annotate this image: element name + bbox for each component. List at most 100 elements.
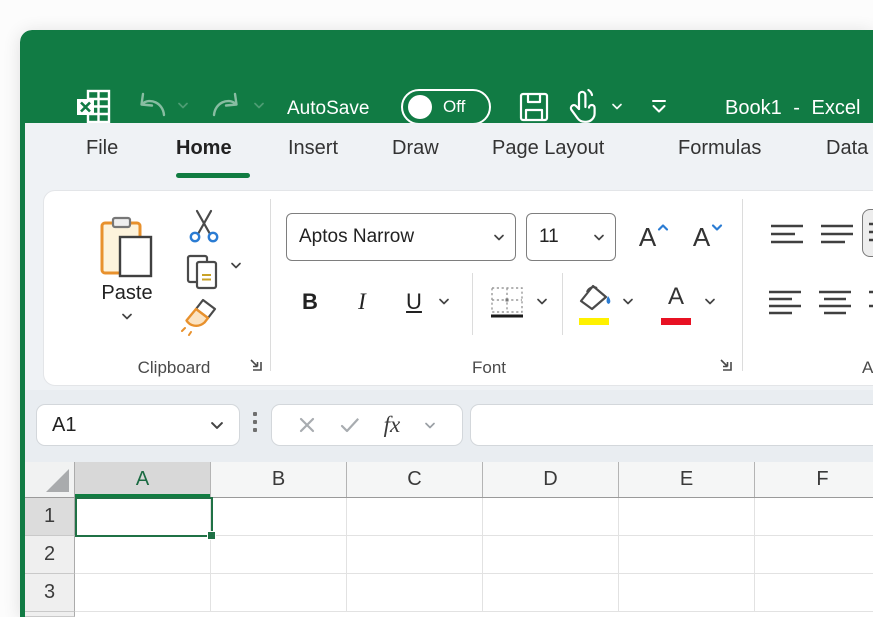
- quick-access-toolbar-button[interactable]: [648, 98, 670, 116]
- ribbon: Paste: [25, 188, 873, 390]
- font-size-combobox[interactable]: 11: [526, 213, 616, 261]
- redo-icon: [208, 88, 246, 122]
- fill-color-swatch: [579, 318, 609, 325]
- font-name-dropdown-icon: [493, 233, 505, 242]
- align-left-button[interactable]: [764, 283, 808, 323]
- fill-color-dropdown-button[interactable]: [622, 297, 634, 306]
- cell-b1[interactable]: [211, 498, 347, 536]
- decrease-font-size-icon: A: [693, 222, 710, 253]
- save-button[interactable]: [518, 91, 550, 123]
- italic-button[interactable]: I: [342, 279, 382, 325]
- copy-icon: [183, 252, 223, 292]
- redo-dropdown-icon: [253, 101, 265, 110]
- cell-c1[interactable]: [347, 498, 483, 536]
- cell-a2[interactable]: [75, 536, 211, 574]
- cell-c2[interactable]: [347, 536, 483, 574]
- copy-button[interactable]: [180, 251, 226, 293]
- row-header-3[interactable]: 3: [25, 574, 75, 612]
- tab-data[interactable]: Data: [826, 137, 868, 160]
- undo-button[interactable]: [132, 88, 189, 122]
- cell-e3[interactable]: [619, 574, 755, 612]
- center-align-icon: [819, 290, 853, 316]
- bold-button[interactable]: B: [290, 279, 330, 325]
- cell-d3[interactable]: [483, 574, 619, 612]
- borders-dropdown-button[interactable]: [536, 297, 548, 306]
- copy-dropdown-button[interactable]: [230, 261, 242, 270]
- tab-formulas[interactable]: Formulas: [678, 137, 761, 160]
- tab-page-layout[interactable]: Page Layout: [492, 137, 604, 160]
- tab-insert[interactable]: Insert: [288, 137, 338, 160]
- cell-d1[interactable]: [483, 498, 619, 536]
- column-header-b[interactable]: B: [211, 462, 347, 497]
- cell-b3[interactable]: [211, 574, 347, 612]
- font-color-button[interactable]: A: [654, 277, 698, 327]
- column-header-f[interactable]: F: [755, 462, 873, 497]
- fill-color-dropdown-icon: [622, 297, 634, 306]
- autosave-state: Off: [443, 97, 465, 117]
- formula-bar-resize-handle[interactable]: [253, 412, 257, 432]
- cell-a3[interactable]: [75, 574, 211, 612]
- column-header-e[interactable]: E: [619, 462, 755, 497]
- column-header-c[interactable]: C: [347, 462, 483, 497]
- paste-button[interactable]: Paste: [82, 201, 172, 336]
- clipboard-dialog-launcher[interactable]: [248, 357, 264, 373]
- tab-file[interactable]: File: [86, 137, 118, 160]
- enter-button[interactable]: [340, 417, 360, 433]
- italic-icon: I: [358, 289, 366, 315]
- top-align-button[interactable]: [766, 215, 810, 255]
- bottom-align-button-selected[interactable]: [862, 209, 873, 257]
- font-dialog-launcher[interactable]: [718, 357, 734, 373]
- underline-dropdown-button[interactable]: [438, 297, 450, 306]
- cell-b2[interactable]: [211, 536, 347, 574]
- cell-c3[interactable]: [347, 574, 483, 612]
- middle-align-button[interactable]: [816, 215, 860, 255]
- row-header-4-partial[interactable]: [25, 612, 75, 617]
- increase-font-size-button[interactable]: A: [630, 215, 678, 259]
- column-header-d[interactable]: D: [483, 462, 619, 497]
- cell-e2[interactable]: [619, 536, 755, 574]
- formula-input[interactable]: [470, 404, 873, 446]
- borders-button[interactable]: [484, 279, 530, 325]
- insert-function-button[interactable]: fx: [384, 412, 401, 438]
- down-chevron-icon: [711, 223, 723, 232]
- cell-d2[interactable]: [483, 536, 619, 574]
- cell-e1[interactable]: [619, 498, 755, 536]
- cell-f2[interactable]: [755, 536, 873, 574]
- tab-draw[interactable]: Draw: [392, 137, 439, 160]
- align-right-button[interactable]: [864, 283, 873, 323]
- redo-button[interactable]: [208, 88, 265, 122]
- cell-area: [75, 498, 873, 617]
- cell-f3[interactable]: [755, 574, 873, 612]
- borders-dropdown-icon: [536, 297, 548, 306]
- row-3: [75, 574, 873, 612]
- font-color-dropdown-button[interactable]: [704, 297, 716, 306]
- paste-icon: [100, 216, 154, 278]
- center-align-button[interactable]: [814, 283, 858, 323]
- name-box[interactable]: A1: [36, 404, 240, 446]
- format-painter-button[interactable]: [176, 295, 228, 337]
- fx-dropdown-icon[interactable]: [424, 421, 436, 430]
- row-header-1[interactable]: 1: [25, 498, 75, 536]
- font-name-combobox[interactable]: Aptos Narrow: [286, 213, 516, 261]
- cell-a1[interactable]: [75, 498, 211, 536]
- font-color-dropdown-icon: [704, 297, 716, 306]
- cut-button[interactable]: [182, 207, 226, 245]
- fill-color-button[interactable]: [572, 277, 616, 327]
- underline-button[interactable]: U: [394, 279, 434, 325]
- row-header-2[interactable]: 2: [25, 536, 75, 574]
- cancel-button[interactable]: [298, 416, 316, 434]
- cell-f1[interactable]: [755, 498, 873, 536]
- name-box-dropdown-icon: [209, 420, 225, 431]
- decrease-font-size-button[interactable]: A: [684, 215, 732, 259]
- top-align-icon: [771, 223, 805, 247]
- autosave-toggle[interactable]: Off: [401, 89, 491, 125]
- paste-dropdown-icon: [121, 312, 133, 321]
- column-header-a[interactable]: A: [75, 462, 211, 497]
- select-all-button[interactable]: [25, 462, 75, 498]
- group-divider: [742, 199, 743, 371]
- small-divider: [472, 273, 473, 335]
- cut-icon: [186, 208, 222, 244]
- tab-home[interactable]: Home: [176, 137, 232, 160]
- touch-mouse-mode-button[interactable]: [565, 87, 623, 125]
- save-icon: [518, 91, 550, 123]
